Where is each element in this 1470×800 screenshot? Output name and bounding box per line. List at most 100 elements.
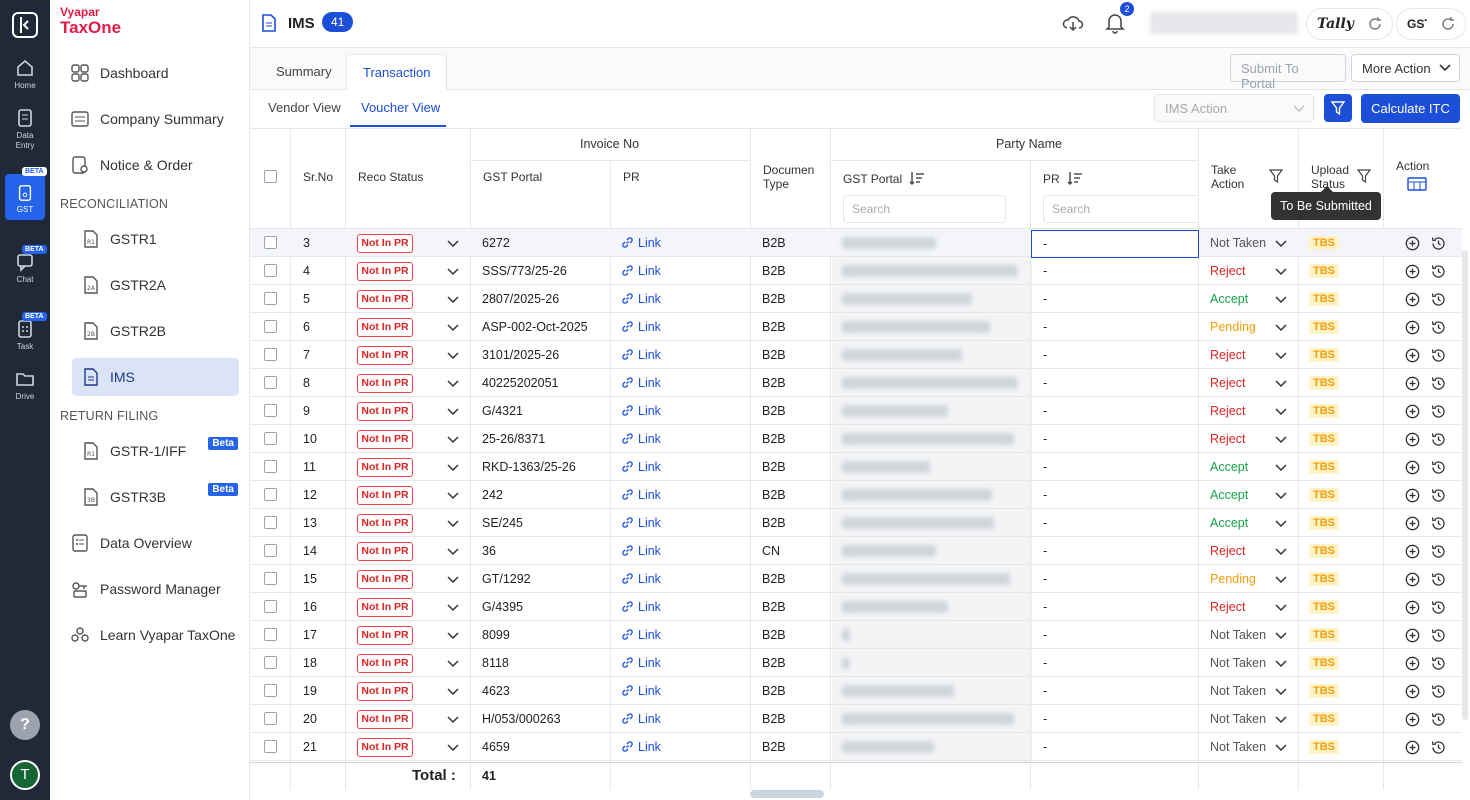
row-checkbox[interactable]: [264, 348, 277, 361]
row-checkbox[interactable]: [264, 656, 277, 669]
sidebar-item-gstr1-iff[interactable]: R1 GSTR-1/IFF Beta: [80, 432, 238, 470]
vertical-scrollbar[interactable]: [1462, 250, 1468, 720]
row-checkbox[interactable]: [264, 376, 277, 389]
take-action-select[interactable]: Pending: [1210, 320, 1256, 334]
party-gst-portal-search-input[interactable]: Search: [843, 195, 1006, 223]
invoice-pr-link[interactable]: Link: [621, 432, 661, 446]
party-pr-search-input[interactable]: Search: [1043, 195, 1198, 223]
history-icon[interactable]: [1431, 432, 1446, 447]
history-icon[interactable]: [1431, 460, 1446, 475]
chevron-down-icon[interactable]: [1275, 268, 1287, 276]
history-icon[interactable]: [1431, 656, 1446, 671]
chevron-down-icon[interactable]: [1275, 296, 1287, 304]
expand-chevron-icon[interactable]: [447, 324, 459, 332]
take-action-select[interactable]: Reject: [1210, 544, 1245, 558]
tab-voucher-view[interactable]: Voucher View: [361, 100, 440, 115]
add-circle-icon[interactable]: [1405, 516, 1420, 531]
notifications-button[interactable]: 2: [1104, 2, 1134, 36]
table-row[interactable]: 3 Not In PR 6272 Link B2B Not Taken TBS: [250, 229, 1462, 257]
row-checkbox[interactable]: [264, 516, 277, 529]
expand-chevron-icon[interactable]: [447, 520, 459, 528]
history-icon[interactable]: [1431, 740, 1446, 755]
add-circle-icon[interactable]: [1405, 656, 1420, 671]
chevron-down-icon[interactable]: [1275, 408, 1287, 416]
rail-home[interactable]: Home: [0, 58, 50, 90]
take-action-select[interactable]: Reject: [1210, 376, 1245, 390]
chevron-down-icon[interactable]: [1275, 492, 1287, 500]
collapse-sidebar-button[interactable]: [12, 12, 38, 38]
sidebar-item-gstr2b[interactable]: 2B GSTR2B: [80, 312, 238, 350]
table-row[interactable]: 6 Not In PR ASP-002-Oct-2025 Link B2B - Pendin…: [250, 313, 1462, 341]
expand-chevron-icon[interactable]: [447, 492, 459, 500]
sidebar-item-company-summary[interactable]: Company Summary: [68, 100, 238, 138]
invoice-pr-link[interactable]: Link: [621, 264, 661, 278]
expand-chevron-icon[interactable]: [447, 576, 459, 584]
invoice-pr-link[interactable]: Link: [621, 292, 661, 306]
table-row[interactable]: 21 Not In PR 4659 Link B2B - Not Taken TBS: [250, 733, 1462, 761]
invoice-pr-link[interactable]: Link: [621, 460, 661, 474]
user-avatar[interactable]: T: [10, 760, 40, 790]
add-circle-icon[interactable]: [1405, 488, 1420, 503]
rail-gst[interactable]: BETA GST: [5, 167, 47, 220]
chevron-down-icon[interactable]: [1275, 240, 1287, 248]
table-row[interactable]: 18 Not In PR 8118 Link B2B - Not Taken TBS: [250, 649, 1462, 677]
horizontal-scrollbar[interactable]: [750, 790, 824, 798]
tab-vendor-view[interactable]: Vendor View: [268, 100, 341, 115]
table-row[interactable]: 12 Not In PR 242 Link B2B - Accept TBS: [250, 481, 1462, 509]
expand-chevron-icon[interactable]: [447, 604, 459, 612]
expand-chevron-icon[interactable]: [447, 464, 459, 472]
sidebar-item-password-manager[interactable]: Password Manager: [68, 570, 238, 608]
invoice-pr-link[interactable]: Link: [621, 656, 661, 670]
chevron-down-icon[interactable]: [1275, 604, 1287, 612]
table-row[interactable]: 7 Not In PR 3101/2025-26 Link B2B - Reject TBS: [250, 341, 1462, 369]
history-icon[interactable]: [1431, 264, 1446, 279]
history-icon[interactable]: [1431, 320, 1446, 335]
sidebar-item-learn[interactable]: Learn Vyapar TaxOne: [68, 616, 238, 654]
invoice-pr-link[interactable]: Link: [621, 684, 661, 698]
chevron-down-icon[interactable]: [1275, 576, 1287, 584]
add-circle-icon[interactable]: [1405, 376, 1420, 391]
sort-icon[interactable]: [909, 170, 925, 186]
cloud-download-icon[interactable]: [1062, 13, 1084, 33]
row-checkbox[interactable]: [264, 600, 277, 613]
invoice-pr-link[interactable]: Link: [621, 488, 661, 502]
rail-task[interactable]: BETA Task: [0, 312, 50, 351]
column-settings-icon[interactable]: [1407, 177, 1427, 191]
chevron-down-icon[interactable]: [1275, 520, 1287, 528]
take-action-select[interactable]: Pending: [1210, 572, 1256, 586]
chevron-down-icon[interactable]: [1275, 464, 1287, 472]
history-icon[interactable]: [1431, 348, 1446, 363]
header-party-gst-portal[interactable]: GST Portal: [843, 170, 925, 186]
row-checkbox[interactable]: [264, 488, 277, 501]
sidebar-item-dashboard[interactable]: Dashboard: [68, 54, 238, 92]
take-action-select[interactable]: Not Taken: [1210, 656, 1266, 670]
table-row[interactable]: 17 Not In PR 8099 Link B2B - Not Taken TBS: [250, 621, 1462, 649]
take-action-select[interactable]: Reject: [1210, 348, 1245, 362]
expand-chevron-icon[interactable]: [447, 380, 459, 388]
history-icon[interactable]: [1431, 292, 1446, 307]
help-button[interactable]: ?: [10, 710, 40, 740]
select-all-checkbox[interactable]: [264, 170, 277, 183]
table-row[interactable]: 10 Not In PR 25-26/8371 Link B2B - Reject TBS: [250, 425, 1462, 453]
invoice-pr-link[interactable]: Link: [621, 348, 661, 362]
chevron-down-icon[interactable]: [1275, 324, 1287, 332]
row-checkbox[interactable]: [264, 292, 277, 305]
chevron-down-icon[interactable]: [1275, 716, 1287, 724]
add-circle-icon[interactable]: [1405, 628, 1420, 643]
chevron-down-icon[interactable]: [1275, 688, 1287, 696]
history-icon[interactable]: [1431, 376, 1446, 391]
tab-transaction[interactable]: Transaction: [346, 54, 448, 90]
sidebar-item-notice-order[interactable]: Notice & Order: [68, 146, 238, 184]
invoice-pr-link[interactable]: Link: [621, 628, 661, 642]
chevron-down-icon[interactable]: [1275, 548, 1287, 556]
chevron-down-icon[interactable]: [1275, 380, 1287, 388]
row-checkbox[interactable]: [264, 404, 277, 417]
table-row[interactable]: 13 Not In PR SE/245 Link B2B - Accept TBS: [250, 509, 1462, 537]
history-icon[interactable]: [1431, 712, 1446, 727]
expand-chevron-icon[interactable]: [447, 240, 459, 248]
table-row[interactable]: 16 Not In PR G/4395 Link B2B - Reject TBS: [250, 593, 1462, 621]
invoice-pr-link[interactable]: Link: [621, 376, 661, 390]
table-row[interactable]: 15 Not In PR GT/1292 Link B2B - Pending TBS: [250, 565, 1462, 593]
filter-icon[interactable]: [1269, 169, 1283, 183]
invoice-pr-link[interactable]: Link: [621, 516, 661, 530]
